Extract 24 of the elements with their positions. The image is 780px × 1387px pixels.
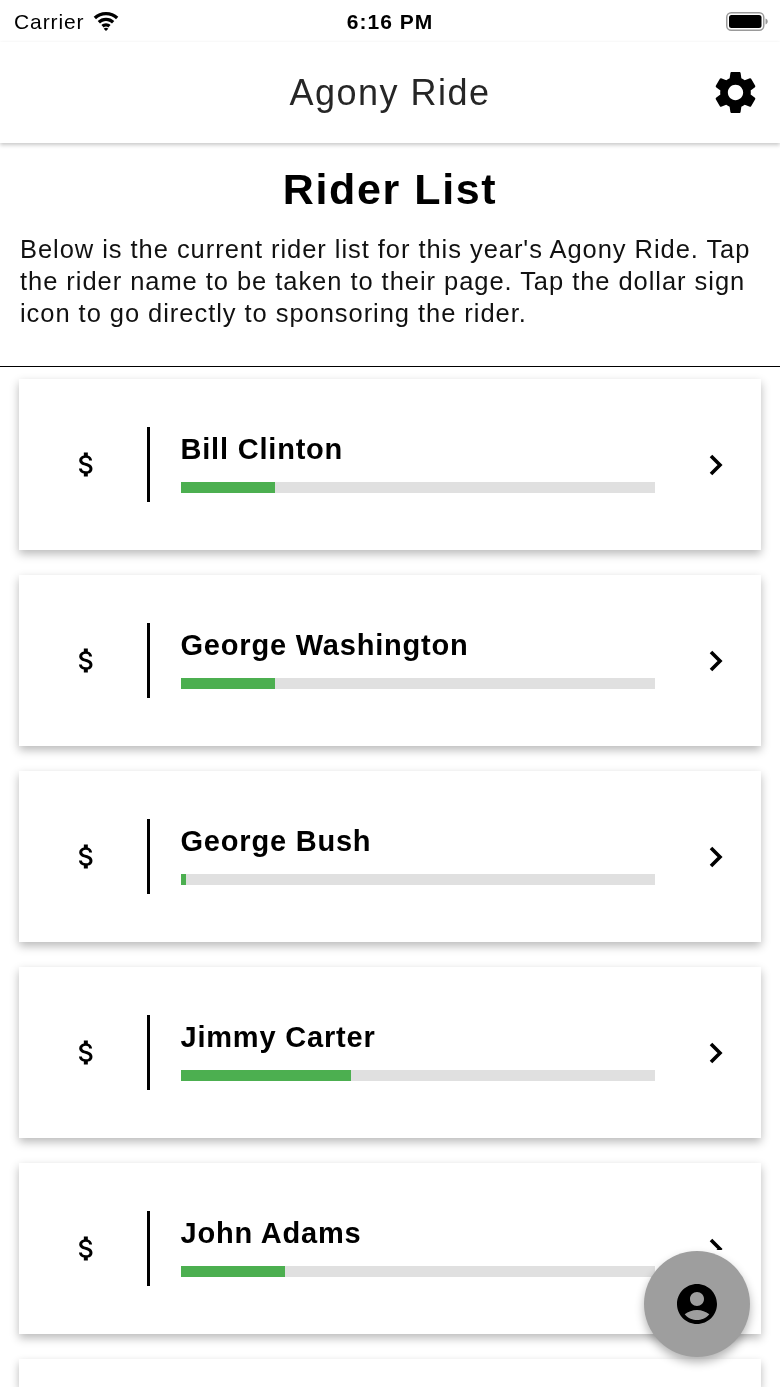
wifi-icon (93, 11, 120, 31)
page-title: Rider List (281, 165, 499, 213)
page-description: Below is the current rider list for this year's Agony Ride. Tap the rider name to be taken to their page. Tap the dollar sign icon to go directly to sponsoring the rider. (20, 234, 752, 329)
chevron-right-icon[interactable] (709, 453, 723, 476)
rider-name[interactable]: George Washington (180, 628, 469, 662)
app-title: Agony Ride (289, 71, 491, 114)
chevron-right-icon[interactable] (709, 845, 723, 868)
rider-name[interactable]: Bill Clinton (180, 432, 344, 466)
dollar-icon[interactable] (78, 451, 95, 478)
chevron-right-icon[interactable] (709, 1237, 723, 1250)
status-time: 6:16 PM (346, 8, 434, 34)
dollar-icon[interactable] (78, 1235, 95, 1262)
battery-icon (726, 11, 768, 31)
account-icon (677, 1284, 717, 1324)
rider-name[interactable]: George Bush (180, 824, 372, 858)
carrier-label: Carrier (14, 8, 85, 34)
rider-name[interactable]: Jimmy Carter (180, 1020, 376, 1054)
dollar-icon[interactable] (78, 1039, 95, 1066)
settings-icon[interactable] (715, 72, 756, 113)
chevron-right-icon[interactable] (709, 1041, 723, 1064)
chevron-right-icon[interactable] (709, 649, 723, 672)
dollar-icon[interactable] (78, 647, 95, 674)
dollar-icon[interactable] (78, 843, 95, 870)
rider-name[interactable]: John Adams (180, 1216, 362, 1250)
